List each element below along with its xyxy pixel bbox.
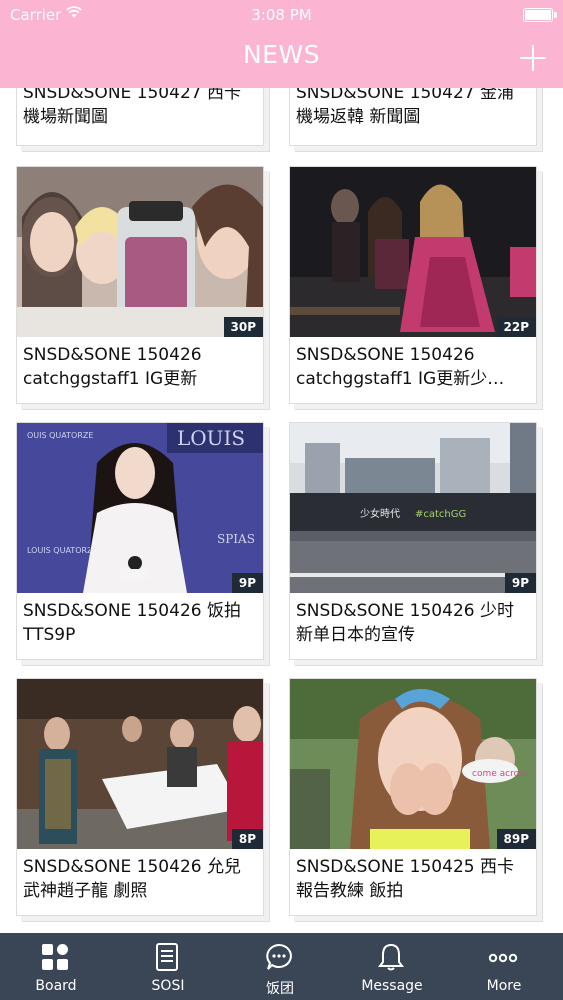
photo-image: 少女時代 #catchGG: [290, 423, 536, 593]
card-title-line2: 新单日本的宣传: [296, 625, 415, 645]
card-caption: SNSD&SONE 150427 金浦 機場返韓 新聞圖: [290, 88, 536, 145]
card-title-line1: SNSD&SONE 150426: [296, 345, 475, 365]
card-thumbnail: 8P: [17, 679, 263, 849]
card-title-line2: catchggstaff1 IG更新: [23, 369, 198, 389]
bell-icon: [378, 943, 404, 971]
card-caption: SNSD&SONE 150426 catchggstaff1 IG更新: [17, 337, 263, 403]
card-caption: SNSD&SONE 150427 西卡 機場新聞圖: [17, 88, 263, 145]
svg-text:LOUIS QUATORZE: LOUIS QUATORZE: [27, 546, 98, 555]
card-title-line1: SNSD&SONE 150426: [23, 345, 202, 365]
grid-icon: [42, 944, 68, 970]
card-thumbnail: come across 89P: [290, 679, 536, 849]
card-title-line2: TTS9P: [23, 625, 76, 645]
tab-label: Message: [361, 978, 423, 994]
more-dots-icon: [488, 953, 518, 963]
photo-image: [17, 679, 263, 849]
status-bar: Carrier 3:08 PM: [0, 0, 563, 30]
tab-label: SOSI: [151, 978, 185, 994]
news-card[interactable]: 少女時代 #catchGG 9P SNSD&SONE 150426 少时 新单日…: [289, 422, 537, 660]
card-title-line2: catchggstaff1 IG更新少…: [296, 369, 505, 389]
card-title-line1: SNSD&SONE 150426 允兒: [23, 857, 241, 877]
tab-fan-club[interactable]: 饭团: [224, 933, 336, 1000]
card-title-line2: 機場返韓 新聞圖: [296, 107, 421, 127]
card-thumbnail: 30P: [17, 167, 263, 337]
news-card[interactable]: 22P SNSD&SONE 150426 catchggstaff1 IG更新少…: [289, 166, 537, 404]
photo-count-badge: 22P: [496, 317, 536, 337]
svg-text:OUIS QUATORZE: OUIS QUATORZE: [27, 431, 93, 440]
news-card[interactable]: LOUIS OUIS QUATORZE LOUIS QUATORZE SPIAS…: [16, 422, 264, 660]
tab-sosi[interactable]: SOSI: [112, 933, 224, 1000]
news-card[interactable]: 8P SNSD&SONE 150426 允兒 武神趙子龍 劇照: [16, 678, 264, 916]
svg-text:LOUIS: LOUIS: [177, 426, 245, 450]
battery-icon: [523, 8, 557, 22]
news-card[interactable]: come across 89P SNSD&SONE 150425 西卡 報告教練…: [289, 678, 537, 916]
card-thumbnail: 22P: [290, 167, 536, 337]
tab-bar: Board SOSI 饭团 Message More: [0, 933, 563, 1000]
card-title-line2: 報告教練 飯拍: [296, 881, 404, 901]
card-title-line1: SNSD&SONE 150425 西卡: [296, 857, 514, 877]
svg-text:SPIAS: SPIAS: [217, 532, 255, 546]
news-card[interactable]: SNSD&SONE 150427 西卡 機場新聞圖: [16, 88, 264, 146]
card-caption: SNSD&SONE 150425 西卡 報告教練 飯拍: [290, 849, 536, 915]
svg-text:#catchGG: #catchGG: [415, 509, 466, 520]
tab-label: More: [486, 978, 522, 994]
page-title: NEWS: [242, 40, 321, 69]
card-caption: SNSD&SONE 150426 饭拍 TTS9P: [17, 593, 263, 659]
card-caption: SNSD&SONE 150426 catchggstaff1 IG更新少…: [290, 337, 536, 403]
tab-more[interactable]: More: [448, 933, 560, 1000]
card-title-line1: SNSD&SONE 150427 西卡: [23, 88, 241, 103]
news-card[interactable]: SNSD&SONE 150427 金浦 機場返韓 新聞圖: [289, 88, 537, 146]
tab-message[interactable]: Message: [336, 933, 448, 1000]
card-caption: SNSD&SONE 150426 少时 新单日本的宣传: [290, 593, 536, 659]
card-title-line2: 機場新聞圖: [23, 107, 108, 127]
card-caption: SNSD&SONE 150426 允兒 武神趙子龍 劇照: [17, 849, 263, 915]
svg-text:少女時代: 少女時代: [360, 507, 400, 520]
photo-count-badge: 9P: [231, 573, 263, 593]
document-icon: [156, 943, 178, 971]
card-thumbnail: 少女時代 #catchGG 9P: [290, 423, 536, 593]
card-title-line2: 武神趙子龍 劇照: [23, 881, 148, 901]
photo-count-badge: 89P: [496, 829, 536, 849]
news-grid[interactable]: SNSD&SONE 150427 西卡 機場新聞圖 SNSD&SONE 1504…: [0, 88, 563, 933]
tab-label: 饭团: [266, 981, 294, 997]
photo-image: [17, 167, 263, 337]
card-title-line1: SNSD&SONE 150426 饭拍: [23, 601, 241, 621]
photo-image: come across: [290, 679, 536, 849]
card-thumbnail: LOUIS OUIS QUATORZE LOUIS QUATORZE SPIAS…: [17, 423, 263, 593]
photo-count-badge: 9P: [504, 573, 536, 593]
card-title-line1: SNSD&SONE 150427 金浦: [296, 88, 514, 103]
plus-icon[interactable]: [519, 44, 547, 72]
card-title-line1: SNSD&SONE 150426 少时: [296, 601, 514, 621]
photo-count-badge: 8P: [231, 829, 263, 849]
top-bar: Carrier 3:08 PM NEWS: [0, 0, 563, 88]
tab-label: Board: [35, 978, 77, 994]
photo-image: [290, 167, 536, 337]
svg-text:come across: come across: [472, 769, 529, 779]
tab-board[interactable]: Board: [0, 933, 112, 1000]
photo-count-badge: 30P: [223, 317, 263, 337]
status-time: 3:08 PM: [251, 6, 312, 24]
photo-image: LOUIS OUIS QUATORZE LOUIS QUATORZE SPIAS: [17, 423, 263, 593]
chat-bubble-icon: [266, 943, 292, 970]
news-card[interactable]: 30P SNSD&SONE 150426 catchggstaff1 IG更新: [16, 166, 264, 404]
